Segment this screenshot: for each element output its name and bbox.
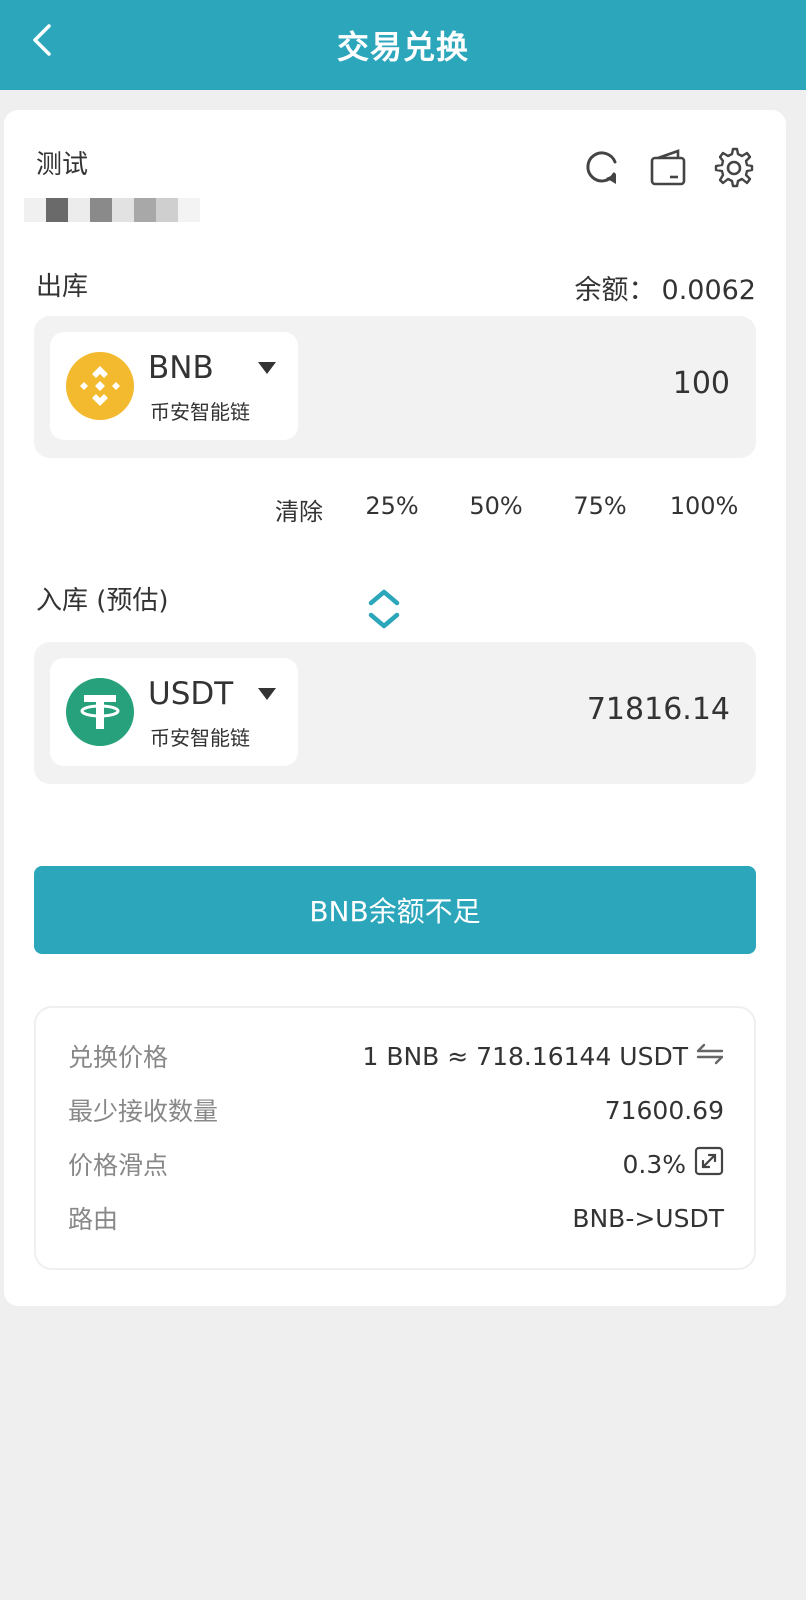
balance-value: 0.0062	[661, 275, 756, 306]
usdt-logo-icon	[66, 678, 134, 746]
swap-arrows-icon[interactable]	[696, 1042, 724, 1071]
info-value: 0.3%	[622, 1149, 686, 1179]
percent-75-button[interactable]: 75%	[548, 492, 652, 527]
out-token-symbol: BNB	[148, 350, 214, 386]
settings-gear-icon[interactable]	[712, 146, 756, 190]
balance-label: 余额：	[574, 275, 656, 306]
swap-info-panel: 兑换价格 1 BNB ≈ 718.16144 USDT 最少接收数量 71600…	[34, 1006, 756, 1270]
info-row-min-receive: 最少接收数量 71600.69	[68, 1090, 724, 1130]
swap-submit-button[interactable]: BNB余额不足	[34, 866, 756, 954]
info-row-price: 兑换价格 1 BNB ≈ 718.16144 USDT	[68, 1036, 724, 1076]
swap-card: 测试 出库 余额： 0.0062 BNB 币安智能链 100 清除 25% 50…	[4, 110, 786, 1306]
in-token-selector[interactable]: USDT 币安智能链	[50, 658, 298, 766]
in-section-label: 入库 (预估)	[36, 586, 169, 616]
out-amount-input[interactable]: 100	[673, 366, 730, 401]
page-title: 交易兑换	[336, 28, 469, 66]
chevron-down-icon	[258, 688, 276, 700]
wallet-address-blurred	[24, 198, 204, 222]
info-value: BNB->USDT	[572, 1203, 724, 1233]
back-icon[interactable]	[22, 20, 62, 60]
out-token-box: BNB 币安智能链 100	[34, 316, 756, 458]
in-token-chain: 币安智能链	[150, 726, 250, 750]
expand-icon[interactable]	[694, 1146, 724, 1182]
info-key: 兑换价格	[68, 1043, 169, 1072]
in-token-box: USDT 币安智能链 71816.14	[34, 642, 756, 784]
bnb-logo-icon	[66, 352, 134, 420]
info-value: 71600.69	[604, 1095, 724, 1125]
info-key: 路由	[68, 1205, 119, 1234]
chevron-down-icon	[258, 362, 276, 374]
in-amount-value: 71816.14	[586, 692, 730, 727]
clear-button[interactable]: 清除	[258, 492, 340, 527]
info-key: 价格滑点	[68, 1151, 169, 1180]
info-row-route: 路由 BNB->USDT	[68, 1198, 724, 1238]
refresh-icon[interactable]	[580, 146, 624, 190]
percent-options: 清除 25% 50% 75% 100%	[258, 492, 756, 527]
info-row-slippage: 价格滑点 0.3%	[68, 1144, 724, 1184]
swap-direction-icon[interactable]	[366, 588, 402, 630]
info-key: 最少接收数量	[68, 1097, 219, 1126]
out-token-selector[interactable]: BNB 币安智能链	[50, 332, 298, 440]
top-action-icons	[580, 146, 756, 190]
wallet-name: 测试	[36, 150, 89, 180]
balance: 余额： 0.0062	[575, 268, 756, 307]
percent-25-button[interactable]: 25%	[340, 492, 444, 527]
out-section-label: 出库	[36, 272, 89, 302]
header-bar: 交易兑换	[0, 0, 806, 90]
percent-50-button[interactable]: 50%	[444, 492, 548, 527]
info-value: 1 BNB ≈ 718.16144 USDT	[362, 1041, 688, 1071]
in-token-symbol: USDT	[148, 676, 234, 712]
out-token-chain: 币安智能链	[150, 400, 250, 424]
wallet-icon[interactable]	[646, 146, 690, 190]
percent-100-button[interactable]: 100%	[652, 492, 756, 527]
